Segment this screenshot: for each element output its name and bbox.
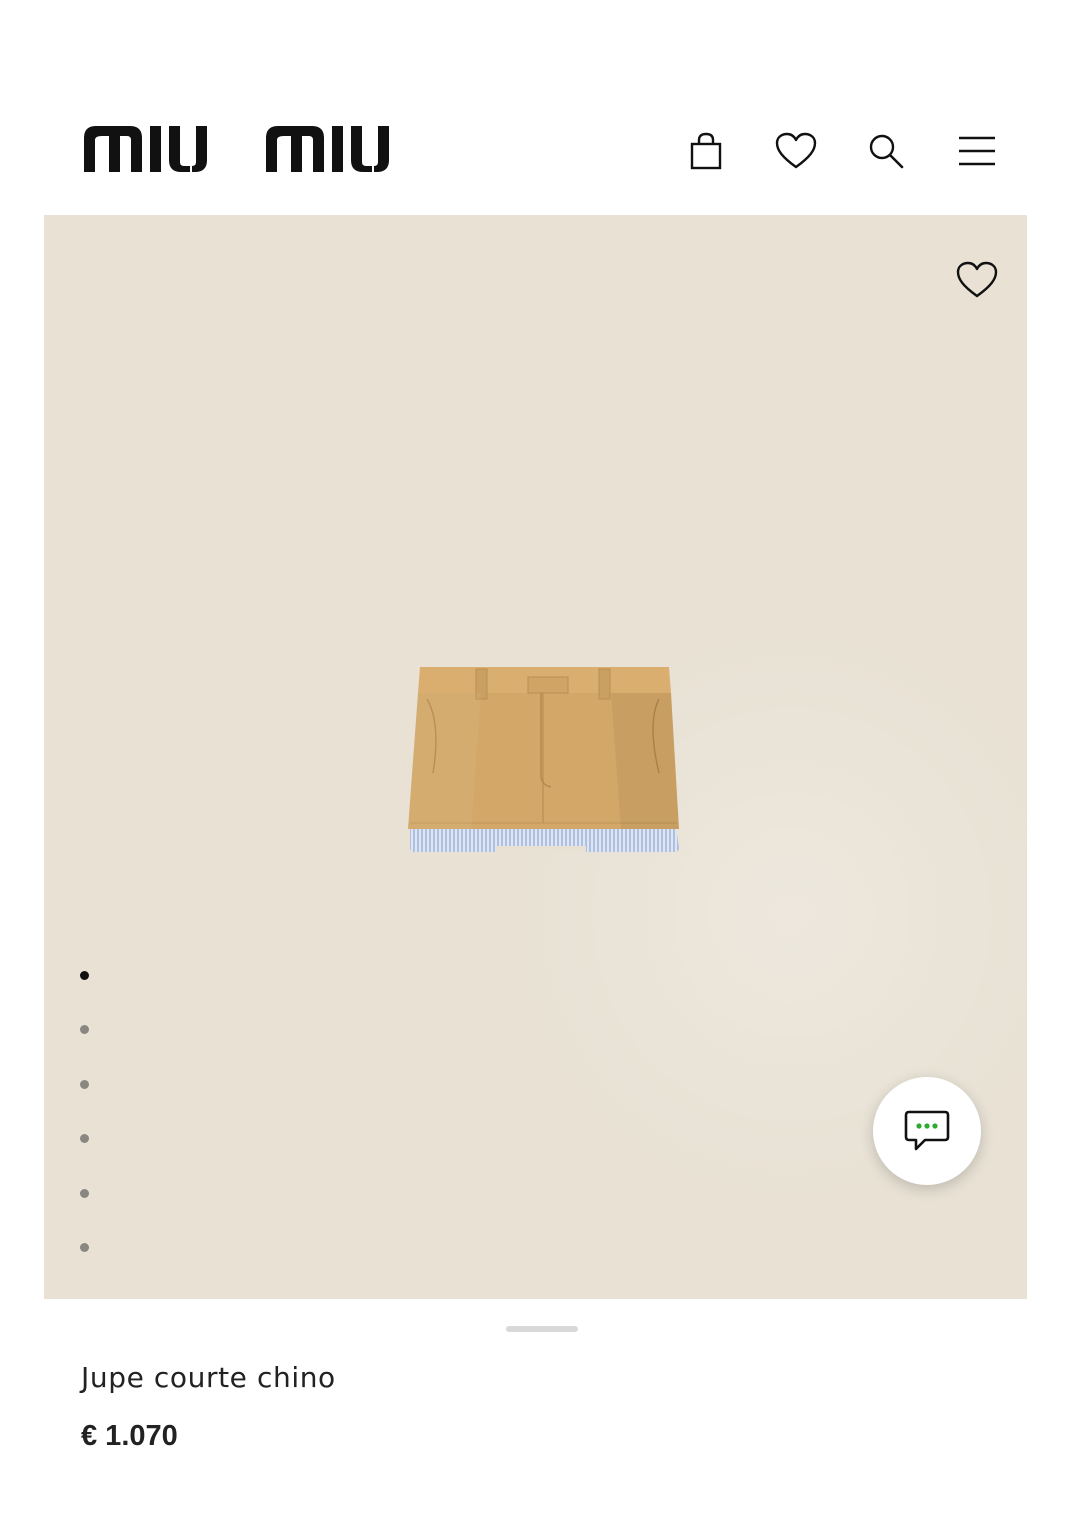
pagination-dot-6[interactable]	[80, 1243, 89, 1252]
pagination-dot-4[interactable]	[80, 1134, 89, 1143]
menu-icon[interactable]	[954, 128, 1000, 174]
pagination-dot-5[interactable]	[80, 1189, 89, 1198]
pagination-dot-1[interactable]	[80, 971, 89, 980]
product-image[interactable]	[401, 663, 686, 859]
product-price: € 1.070	[81, 1420, 178, 1452]
site-header	[0, 0, 1080, 215]
heart-icon[interactable]	[773, 128, 819, 174]
pagination-dot-3[interactable]	[80, 1080, 89, 1089]
shopping-bag-icon[interactable]	[683, 128, 729, 174]
product-name: Jupe courte chino	[81, 1361, 336, 1394]
pagination-dot-2[interactable]	[80, 1025, 89, 1034]
header-actions	[0, 128, 1080, 174]
chat-bubble-icon	[904, 1110, 950, 1151]
product-gallery[interactable]	[44, 215, 1027, 1299]
product-page: Jupe courte chino € 1.070	[0, 0, 1080, 1519]
search-icon[interactable]	[863, 128, 909, 174]
gallery-pagination	[78, 967, 92, 1257]
add-to-wishlist-heart-icon[interactable]	[952, 257, 1002, 303]
chat-button[interactable]	[873, 1077, 981, 1185]
bottom-sheet-handle[interactable]	[506, 1326, 578, 1332]
